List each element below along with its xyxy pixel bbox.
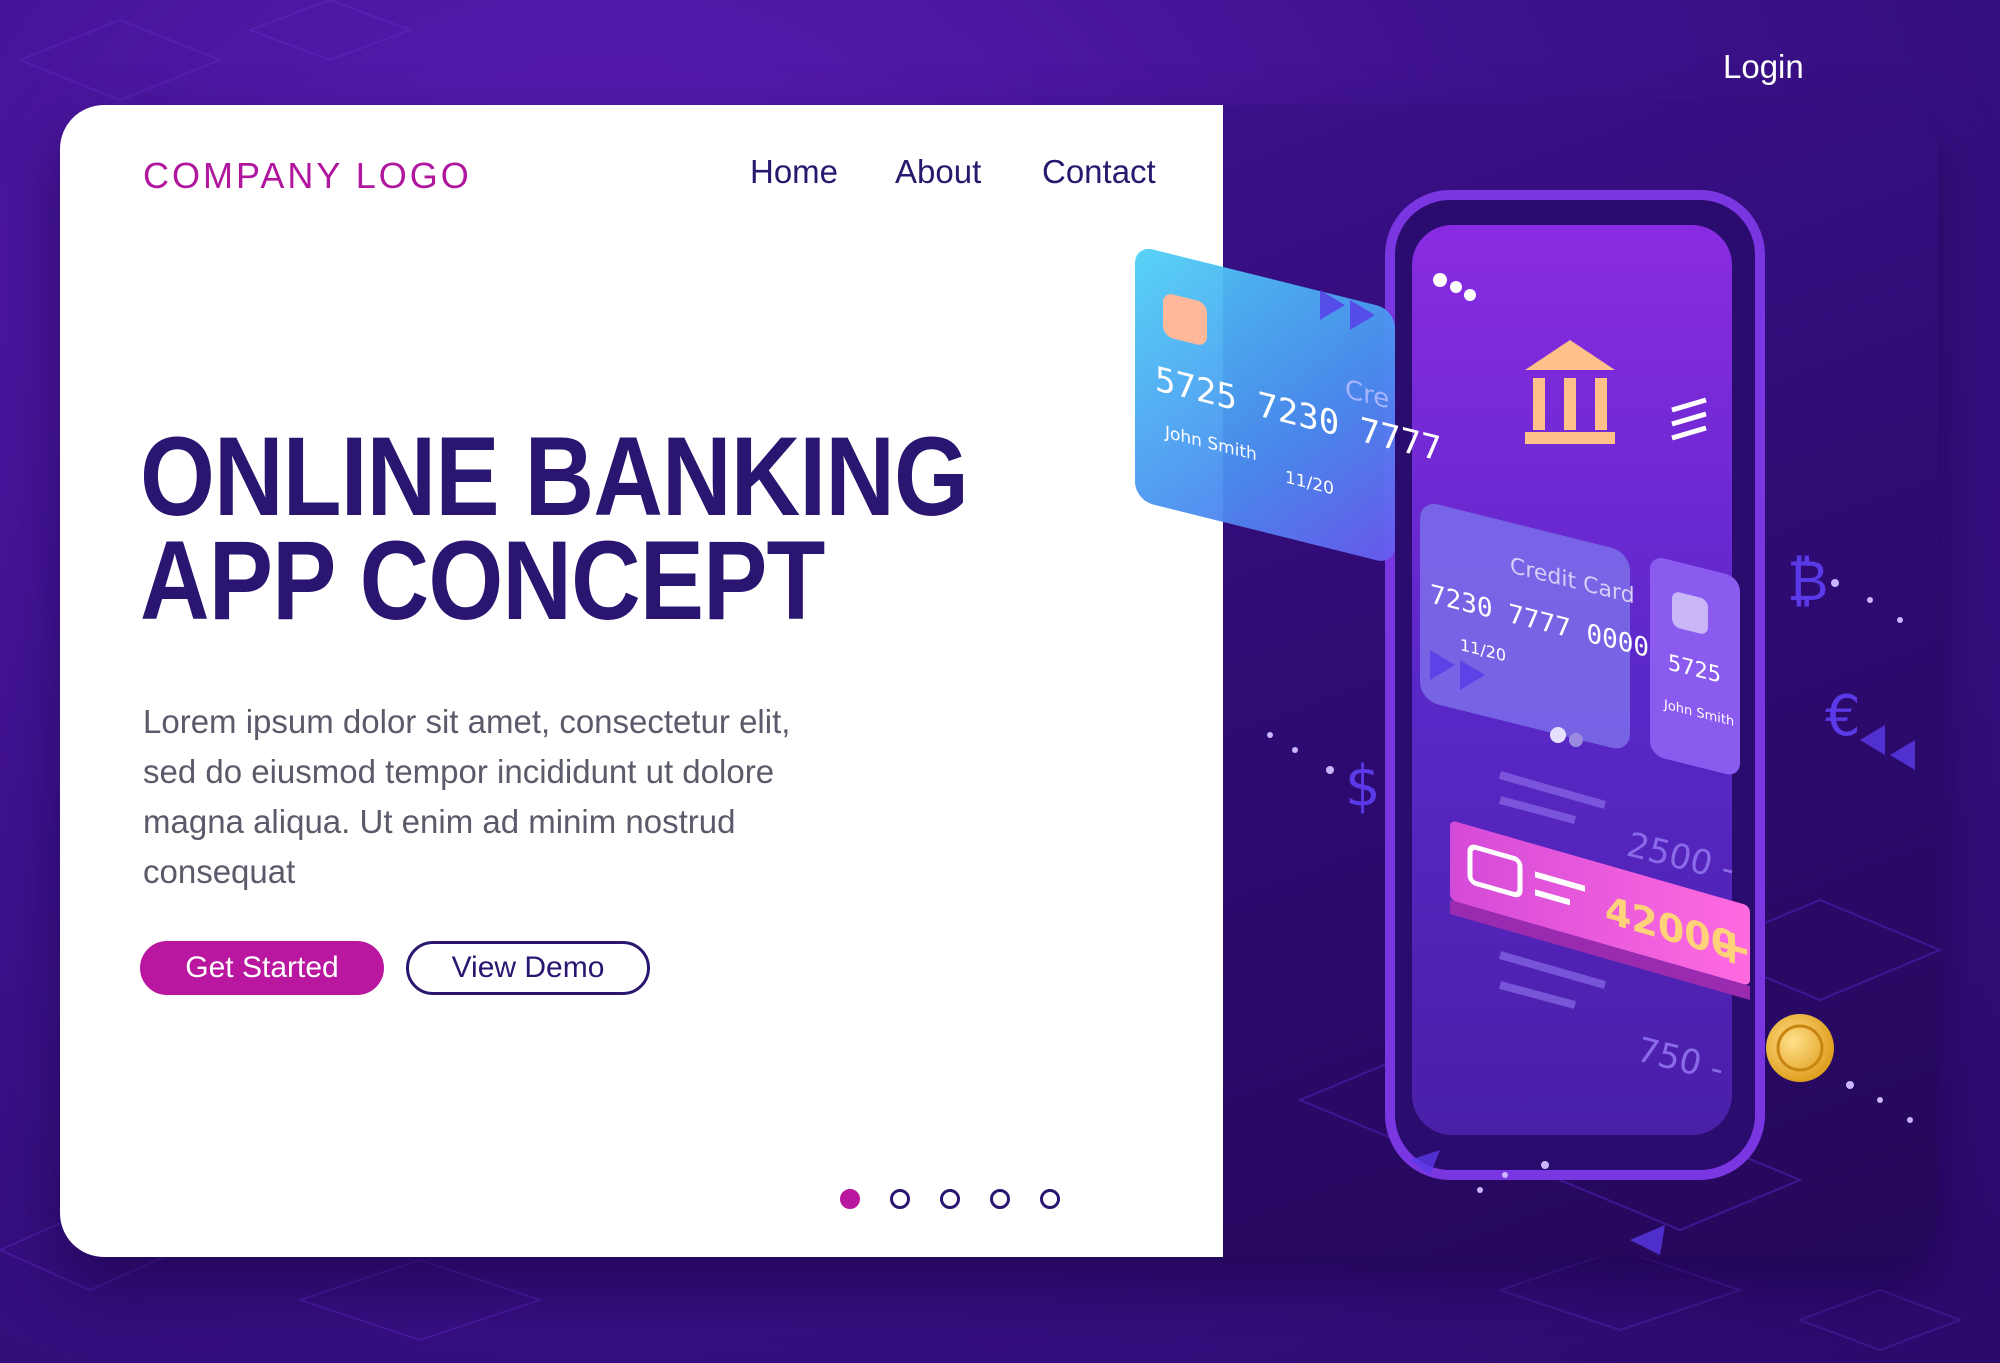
title-line-1: ONLINE BANKING <box>140 414 969 539</box>
nav-about[interactable]: About <box>895 153 981 191</box>
landing-card: COMPANY LOGO Home About Contact ONLINE B… <box>60 105 1938 1257</box>
illustration-panel <box>1223 105 1938 1257</box>
pagination-dot-3[interactable] <box>940 1189 960 1209</box>
view-demo-button[interactable]: View Demo <box>406 941 650 995</box>
pagination-dot-4[interactable] <box>990 1189 1010 1209</box>
get-started-button[interactable]: Get Started <box>140 941 384 995</box>
page-title: ONLINE BANKING APP CONCEPT <box>140 414 969 643</box>
content-panel: COMPANY LOGO Home About Contact ONLINE B… <box>60 105 1223 1257</box>
hero-description: Lorem ipsum dolor sit amet, consectetur … <box>143 703 791 890</box>
title-line-2: APP CONCEPT <box>140 518 825 643</box>
login-link[interactable]: Login <box>1723 48 1804 86</box>
pagination-dot-1[interactable] <box>840 1189 860 1209</box>
slider-pagination <box>840 1189 1060 1209</box>
nav-contact[interactable]: Contact <box>1042 153 1156 191</box>
nav-home[interactable]: Home <box>750 153 838 191</box>
company-logo[interactable]: COMPANY LOGO <box>143 155 472 197</box>
pagination-dot-5[interactable] <box>1040 1189 1060 1209</box>
pagination-dot-2[interactable] <box>890 1189 910 1209</box>
